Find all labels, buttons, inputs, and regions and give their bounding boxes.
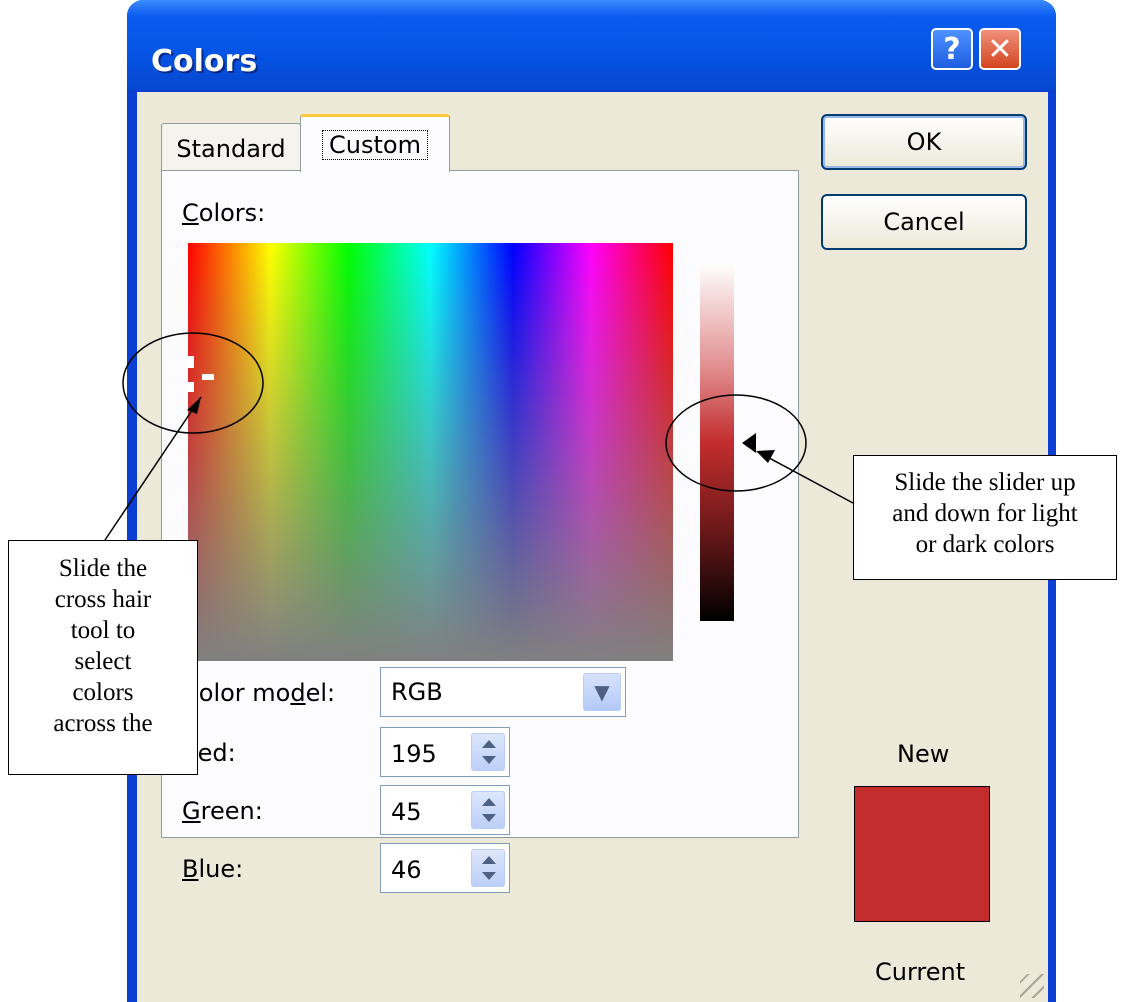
callout-line: cross hair	[54, 586, 152, 613]
ok-button[interactable]: OK	[821, 114, 1027, 170]
green-label: Green:	[182, 797, 263, 825]
green-value[interactable]: 45	[391, 798, 422, 826]
callout-line: colors	[72, 679, 134, 706]
colors-label: Colors:	[182, 199, 266, 227]
callout-line: Slide the slider up	[894, 469, 1076, 496]
luminance-slider[interactable]	[700, 263, 734, 621]
green-spinner[interactable]: 45	[380, 785, 510, 835]
red-value[interactable]: 195	[391, 740, 437, 768]
color-model-select[interactable]: RGB ▼	[380, 667, 626, 717]
slider-callout: Slide the slider up and down for light o…	[853, 455, 1117, 580]
callout-line: across the	[53, 710, 153, 737]
cancel-button[interactable]: Cancel	[821, 194, 1027, 250]
close-icon: ✕	[987, 32, 1013, 67]
red-spinner[interactable]: 195	[380, 727, 510, 777]
blue-value[interactable]: 46	[391, 856, 422, 884]
tab-standard-label: Standard	[176, 135, 286, 163]
crosshair-icon[interactable]	[184, 356, 214, 392]
close-button[interactable]: ✕	[979, 28, 1021, 70]
crosshair-callout: Slide the cross hair tool to select colo…	[8, 540, 198, 775]
callout-line: select	[74, 648, 132, 675]
spin-arrows-icon[interactable]	[471, 791, 505, 829]
blue-spinner[interactable]: 46	[380, 843, 510, 893]
callout-line: or dark colors	[915, 531, 1055, 558]
tab-standard[interactable]: Standard	[161, 123, 301, 171]
dialog-title: Colors	[151, 44, 258, 79]
spin-arrows-icon[interactable]	[471, 733, 505, 771]
callout-line: and down for light	[892, 500, 1078, 527]
tab-custom-label: Custom	[322, 130, 428, 160]
color-model-value: RGB	[391, 678, 443, 706]
spin-arrows-icon[interactable]	[471, 849, 505, 887]
new-color-label: New	[897, 740, 950, 768]
help-button[interactable]: ?	[931, 28, 973, 70]
callout-line: tool to	[70, 617, 136, 644]
current-color-label: Current	[875, 958, 966, 986]
color-spectrum[interactable]	[188, 243, 673, 661]
slider-arrow-icon[interactable]	[742, 433, 756, 453]
blue-label: Blue:	[182, 855, 244, 883]
resize-grip-icon[interactable]	[1020, 974, 1044, 998]
color-model-label: Color model:	[182, 679, 336, 707]
tab-custom[interactable]: Custom	[300, 114, 450, 172]
color-preview-swatch	[854, 786, 990, 922]
callout-line: Slide the	[58, 555, 148, 582]
custom-tab-panel: Colors: Color model: RGB ▼ Red: 195 Gree…	[161, 170, 799, 893]
dropdown-arrow-icon[interactable]: ▼	[583, 673, 621, 711]
title-bar: Colors ? ✕	[127, 0, 1056, 90]
help-icon: ?	[943, 32, 961, 67]
